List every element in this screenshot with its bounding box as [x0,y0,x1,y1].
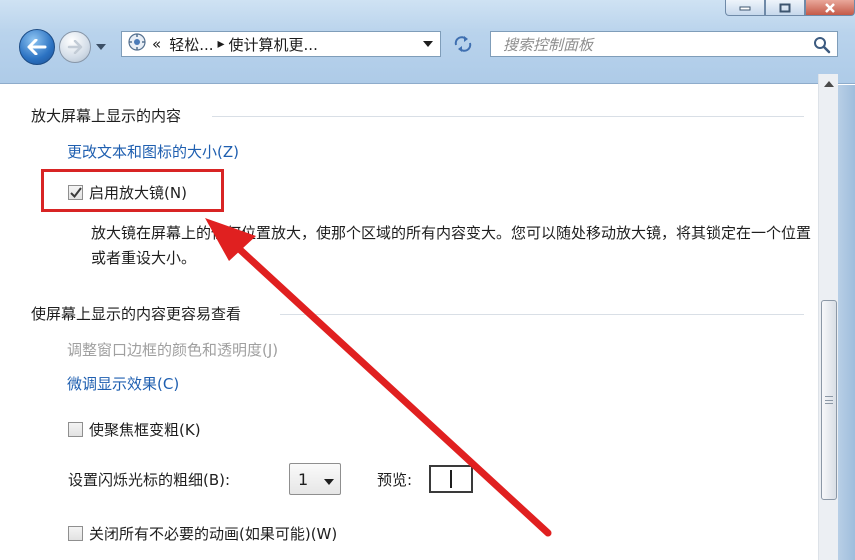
back-arrow-icon[interactable] [19,29,55,65]
scroll-thumb[interactable] [821,300,837,500]
refresh-icon[interactable] [448,31,478,57]
disable-animations-checkbox[interactable]: 关闭所有不必要的动画(如果可能)(W) [68,523,337,544]
thicken-focus-label: 使聚焦框变粗(K) [89,421,201,439]
address-overflow[interactable]: « [152,35,161,53]
chevron-down-icon [324,470,334,489]
chevron-down-icon[interactable] [94,40,108,54]
section-title-easier-to-see: 使屏幕上显示的内容更容易查看 [31,305,242,323]
caption-buttons [725,0,855,16]
cursor-preview-caret [450,470,452,488]
change-text-size-link[interactable]: 更改文本和图标的大小(Z) [67,141,239,162]
search-icon[interactable] [813,36,831,58]
cursor-thickness-value: 1 [298,469,309,489]
cursor-preview [429,465,473,493]
cursor-thickness-select[interactable]: 1 [289,463,341,495]
address-bar[interactable]: « 轻松... ▸ 使计算机更... [121,31,441,57]
scroll-up-icon[interactable] [819,74,839,94]
adjust-display-effects-link[interactable]: 微调显示效果(C) [67,373,179,394]
preview-label: 预览: [377,471,413,489]
control-panel-icon [128,33,146,55]
cursor-thickness-label: 设置闪烁光标的粗细(B): [68,471,231,489]
enable-magnifier-label: 启用放大镜(N) [89,184,187,202]
maximize-icon[interactable] [765,0,805,16]
close-icon[interactable] [805,0,855,16]
disable-animations-label: 关闭所有不必要的动画(如果可能)(W) [89,525,338,543]
checkbox-box[interactable] [68,422,83,437]
forward-arrow-icon[interactable] [59,31,91,63]
section-divider [212,116,804,117]
section-divider [280,314,804,315]
settings-content: 放大屏幕上显示的内容 更改文本和图标的大小(Z) 启用放大镜(N) 放大镜在屏幕… [0,85,818,560]
checkbox-box[interactable] [68,526,83,541]
vertical-scrollbar[interactable] [818,74,838,560]
enable-magnifier-checkbox[interactable]: 启用放大镜(N) [68,182,187,203]
address-dropdown-icon[interactable] [416,32,440,56]
breadcrumb-make-computer-easier[interactable]: 使计算机更... [229,34,318,55]
magnifier-description: 放大镜在屏幕上的任何位置放大，使那个区域的所有内容变大。您可以随处移动放大镜，将… [91,224,812,267]
window-chrome: « 轻松... ▸ 使计算机更... 搜索控制面板 [0,0,855,84]
thicken-focus-checkbox[interactable]: 使聚焦框变粗(K) [68,419,201,440]
breadcrumb-separator[interactable]: ▸ [218,36,225,52]
search-input[interactable]: 搜索控制面板 [490,31,838,57]
section-title-magnify: 放大屏幕上显示的内容 [31,107,182,125]
breadcrumb-ease-of-access[interactable]: 轻松... [169,34,213,55]
check-icon[interactable] [68,185,83,200]
window-border-color-link[interactable]: 调整窗口边框的颜色和透明度(J) [67,339,278,360]
grip-icon [825,396,833,404]
minimize-icon[interactable] [725,0,765,16]
search-placeholder: 搜索控制面板 [503,35,594,54]
window-frame-edge [838,85,855,560]
